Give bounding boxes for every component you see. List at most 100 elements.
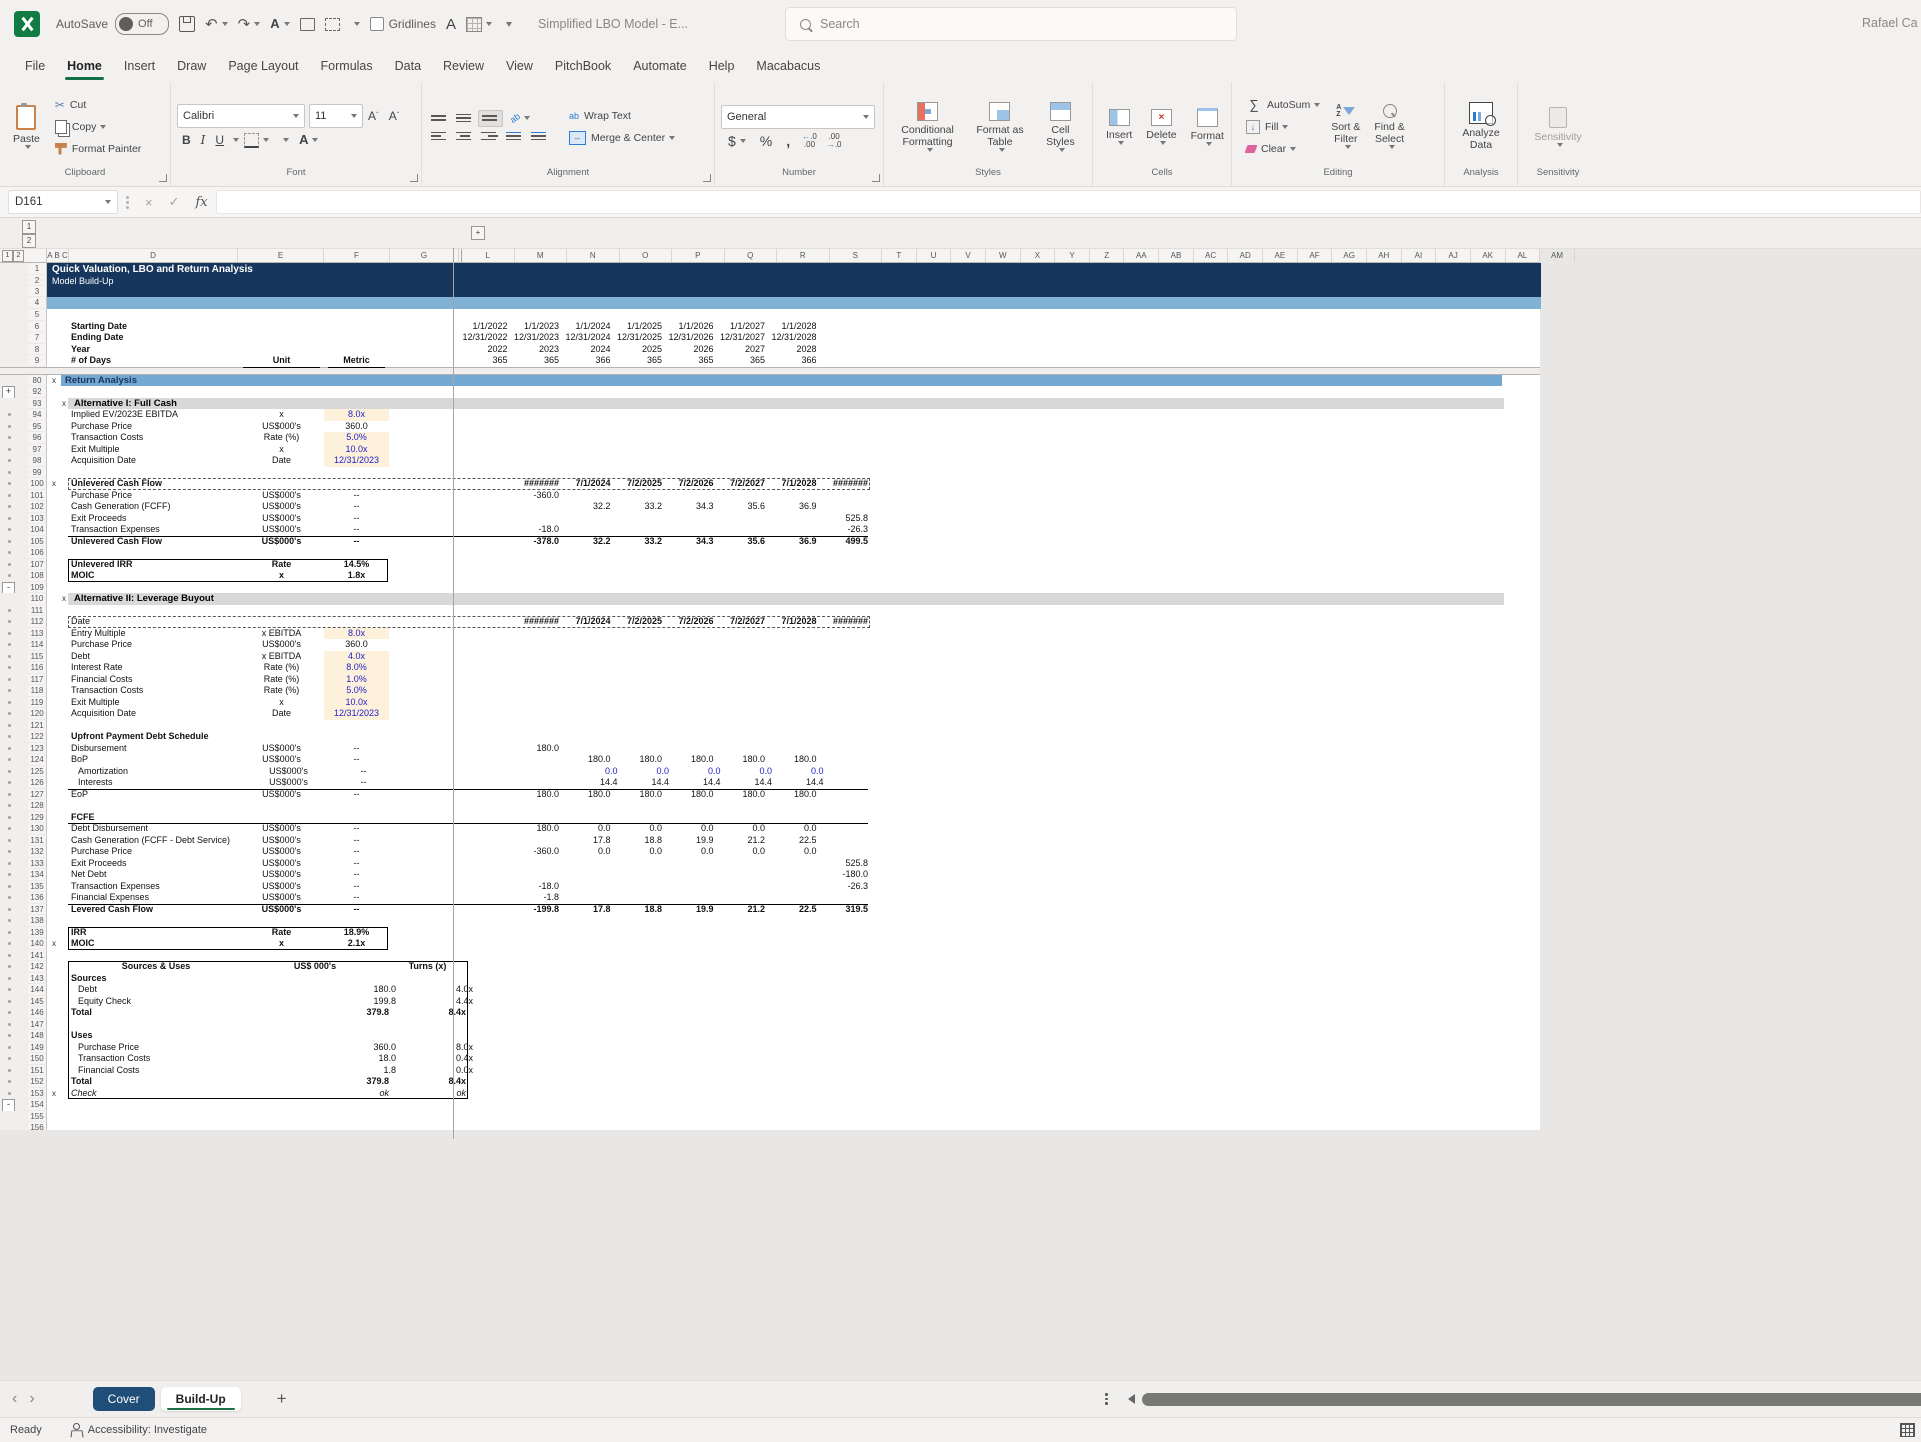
cell[interactable]: 8.4x <box>389 1007 469 1019</box>
cell[interactable] <box>389 444 457 456</box>
cell[interactable]: 21.2 <box>717 835 769 847</box>
scroll-left-icon[interactable] <box>1128 1394 1135 1404</box>
row-header[interactable]: 126 <box>28 777 47 789</box>
cell[interactable] <box>389 754 457 766</box>
marker-cell[interactable] <box>47 501 68 513</box>
cell[interactable] <box>562 582 614 594</box>
sheet-tab-build-up[interactable]: Build-Up <box>161 1387 241 1411</box>
draw-border-button[interactable] <box>300 18 315 31</box>
menu-tab-automate[interactable]: Automate <box>622 52 698 82</box>
cell[interactable]: Entry Multiple <box>68 628 239 640</box>
row-header[interactable]: 108 <box>28 570 47 582</box>
cell[interactable] <box>389 892 457 904</box>
add-sheet-button[interactable]: + <box>277 1389 287 1409</box>
marker-cell[interactable] <box>47 344 68 356</box>
cell[interactable]: 1/1/2025 <box>614 321 666 333</box>
column-header-Z[interactable]: Z <box>1090 249 1125 262</box>
cell[interactable] <box>511 432 563 444</box>
row-header[interactable]: 110 <box>28 593 47 605</box>
cell[interactable]: Purchase Price <box>68 421 239 433</box>
cell[interactable] <box>614 628 666 640</box>
cell[interactable] <box>614 1111 666 1123</box>
menu-tab-insert[interactable]: Insert <box>113 52 166 82</box>
formula-bar-handle[interactable] <box>126 196 129 209</box>
cell[interactable]: 180.0 <box>562 754 614 766</box>
cell[interactable]: 12/31/2023 <box>511 332 563 344</box>
cell[interactable] <box>459 823 511 835</box>
cell[interactable]: Check <box>68 1088 241 1100</box>
cell[interactable] <box>665 662 717 674</box>
cell[interactable] <box>562 1122 614 1130</box>
cell[interactable] <box>820 628 872 640</box>
marker-cell[interactable] <box>47 1076 68 1088</box>
cell[interactable]: Transaction Costs <box>68 1053 248 1065</box>
cell[interactable] <box>239 800 324 812</box>
cell[interactable]: 0.4x <box>396 1053 476 1065</box>
marker-cell[interactable] <box>47 321 68 333</box>
marker-cell[interactable] <box>47 1042 68 1054</box>
cell[interactable] <box>665 812 717 824</box>
cell[interactable] <box>511 639 563 651</box>
cell[interactable] <box>511 835 563 847</box>
cell[interactable]: 7/1/2024 <box>562 478 614 490</box>
cell[interactable]: 365 <box>511 355 563 367</box>
cell[interactable] <box>665 421 717 433</box>
cell[interactable]: Transaction Expenses <box>68 881 239 893</box>
row-header[interactable]: 106 <box>28 547 47 559</box>
cell[interactable] <box>562 628 614 640</box>
cell[interactable]: 1/1/2023 <box>511 321 563 333</box>
select-all-corner[interactable]: 12 <box>0 249 47 262</box>
cell[interactable] <box>820 467 872 479</box>
cell[interactable]: Sources & Uses <box>68 961 241 973</box>
cell[interactable] <box>665 720 717 732</box>
cell[interactable] <box>511 628 563 640</box>
cell[interactable] <box>68 800 239 812</box>
cell[interactable] <box>614 444 666 456</box>
cell[interactable]: 4.0x <box>396 984 476 996</box>
cell[interactable] <box>768 858 820 870</box>
cell[interactable]: Unlevered Cash Flow <box>68 478 239 490</box>
row-header[interactable]: 103 <box>28 513 47 525</box>
cell[interactable]: Purchase Price <box>68 846 239 858</box>
cell[interactable]: 12/31/2022 <box>459 332 511 344</box>
cell[interactable]: 365 <box>614 355 666 367</box>
cell[interactable]: 180.0 <box>614 789 666 801</box>
cell[interactable] <box>389 846 457 858</box>
menu-tab-page-layout[interactable]: Page Layout <box>217 52 309 82</box>
cell[interactable]: 12/31/2025 <box>614 332 666 344</box>
cell[interactable] <box>614 409 666 421</box>
cell[interactable] <box>820 559 872 571</box>
column-header-AI[interactable]: AI <box>1402 249 1437 262</box>
cell[interactable] <box>820 355 872 367</box>
cell[interactable]: 180.0 <box>717 754 769 766</box>
cell[interactable] <box>511 708 563 720</box>
marker-cell[interactable] <box>47 570 68 582</box>
column-header-AM[interactable]: AM <box>1540 249 1575 262</box>
cell[interactable] <box>717 651 769 663</box>
cell[interactable] <box>820 754 872 766</box>
row-header[interactable]: 144 <box>28 984 47 996</box>
column-header-Y[interactable]: Y <box>1055 249 1090 262</box>
row-header[interactable]: 156 <box>28 1122 47 1130</box>
cell[interactable] <box>389 547 457 559</box>
cell[interactable] <box>459 524 511 536</box>
cell[interactable] <box>324 1099 389 1111</box>
cell[interactable] <box>562 444 614 456</box>
marker-cell[interactable] <box>47 996 68 1008</box>
cell[interactable] <box>562 950 614 962</box>
marker-cell[interactable] <box>47 754 68 766</box>
cell[interactable] <box>511 697 563 709</box>
cell[interactable]: Rate (%) <box>239 685 324 697</box>
cell[interactable] <box>614 513 666 525</box>
cell[interactable] <box>459 697 511 709</box>
cell[interactable]: Rate <box>239 927 324 939</box>
column-header-V[interactable]: V <box>951 249 986 262</box>
cell[interactable] <box>768 892 820 904</box>
cell[interactable] <box>820 386 872 398</box>
row-header[interactable]: 124 <box>28 754 47 766</box>
cell[interactable] <box>511 731 563 743</box>
cell[interactable] <box>665 605 717 617</box>
cell[interactable] <box>614 309 666 321</box>
cell[interactable] <box>768 697 820 709</box>
cell[interactable]: 180.0 <box>717 789 769 801</box>
